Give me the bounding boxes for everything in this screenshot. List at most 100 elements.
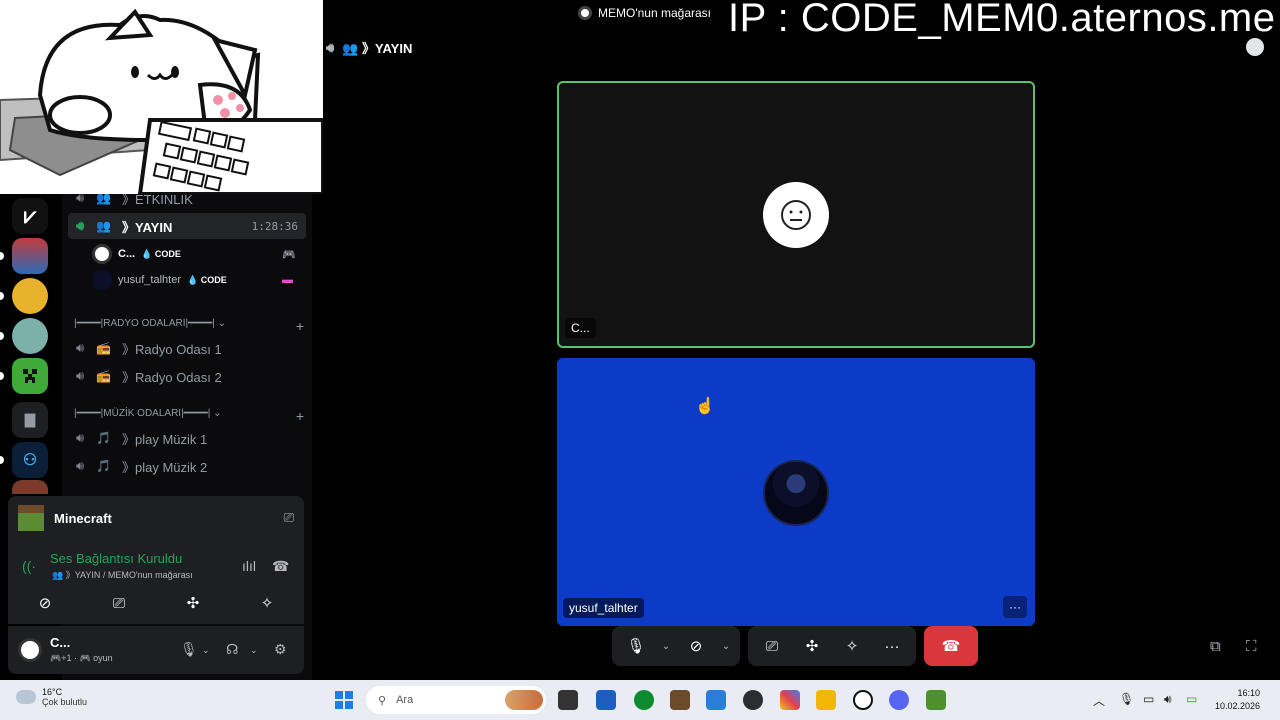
chevron-down-icon[interactable]: ⌄ [202,645,210,656]
microphone-tray-icon[interactable]: 🎙︎ [1119,692,1134,706]
server-icon-anime[interactable] [12,278,48,314]
voice-user-c[interactable]: C... 💧 CODE 🎮 [92,242,296,266]
discord-taskbar-icon[interactable] [889,690,909,710]
participant-tile-c[interactable]: C... [557,81,1035,348]
taskbar-clock[interactable]: 16:10 10.02.2026 [1215,687,1260,713]
voice-user-name: yusuf_talhter [118,274,181,286]
gamepad-icon: 🎮 [282,248,296,261]
microphone-button[interactable]: 🎙︎ [618,630,654,662]
channel-emoji: 📻 [96,341,111,355]
network-icon[interactable]: ▭ [1143,692,1154,706]
participant-name: C... [565,318,596,338]
minecraft-launcher-icon[interactable] [670,690,690,710]
activity-panel[interactable]: Minecraft ⎚ [8,496,304,540]
server-icon-v[interactable]: ⩗ [12,198,48,234]
server-ip-overlay: IP : CODE_MEM0.aternos.me [728,0,1276,40]
gear-icon[interactable]: ⚙ [274,641,287,658]
server-icon-creeper[interactable] [12,358,48,394]
chevron-down-icon[interactable]: ⌄ [718,630,734,662]
stage-channel-name: 👥 》YAYIN [342,41,413,56]
leave-call-button[interactable]: ☎ [924,626,978,666]
popout-icon[interactable]: ⧉ [1210,638,1221,655]
store-icon[interactable] [596,690,616,710]
unread-indicator [0,252,4,260]
battery-icon[interactable]: ▭ [1186,692,1197,706]
soundboard-button[interactable]: ✧ [239,590,295,616]
user-name[interactable]: C... [50,635,70,650]
screen-share-button[interactable]: ⎚ [91,590,147,616]
camera-off-button[interactable]: ⊘ [678,630,714,662]
category-radyo[interactable]: |━━━━|RADYO ODALARI|━━━━| ⌄ + [74,318,304,334]
channel-label: 》Radyo Odası 1 [122,341,222,357]
weather-text: 16°C Çok bulutlu [42,687,87,707]
activities-button[interactable]: ✣ [794,630,830,662]
voice-user-yusuf[interactable]: yusuf_talhter 💧 CODE ▬ [92,268,293,292]
media-controls: 🎙︎ ⌄ ⊘ ⌄ [612,626,740,666]
participant-tile-yusuf[interactable]: yusuf_talhter ··· [557,358,1035,626]
channel-label: 》Radyo Odası 2 [122,369,222,385]
signal-icon[interactable]: ((· [22,558,36,574]
search-highlight-icon [505,690,543,710]
minecraft-taskbar-icon[interactable] [926,690,946,710]
microphone-icon[interactable]: 🎙︎ [180,641,198,658]
channel-label: 》YAYIN [122,219,173,235]
add-channel-icon[interactable]: + [296,318,304,334]
channel-yayin[interactable]: 🔊︎ 👥 》YAYIN 1:28:36 [68,213,306,239]
channel-emoji: 📻 [96,369,111,383]
volume-icon[interactable]: 🔊︎ [1164,692,1172,707]
file-explorer-icon[interactable] [816,690,836,710]
unread-indicator [0,332,4,340]
channel-muzik-1[interactable]: 🔊︎ 🎵 》play Müzik 1 [68,425,306,451]
add-channel-icon[interactable]: + [296,408,304,424]
window-title: MEMO'nun mağarası [578,6,711,20]
channel-radyo-1[interactable]: 🔊︎ 📻 》Radyo Odası 1 [68,335,306,361]
category-label: |━━━━|RADYO ODALARI|━━━━| ⌄ [74,318,226,329]
voice-status[interactable]: Ses Bağlantısı Kuruldu [50,551,182,566]
window-title-text: MEMO'nun mağarası [598,6,711,20]
folder-icon[interactable]: ▇ [12,402,48,438]
role-tag: 💧 CODE [186,274,227,285]
server-icon-partial[interactable] [12,480,48,494]
noise-suppression-icon[interactable]: ılıl [242,558,256,574]
server-icon-character[interactable] [12,318,48,354]
voice-user-name: C... [118,248,136,260]
activities-button[interactable]: ✣ [165,590,221,616]
screen-share-button[interactable]: ⎚ [754,630,790,662]
photos-icon[interactable] [780,690,800,710]
more-button[interactable]: ··· [874,630,910,662]
outlook-icon[interactable] [706,690,726,710]
weather-widget[interactable]: 16°C Çok bulutlu [16,687,87,707]
voice-action-buttons: ⊘ ⎚ ✣ ✧ [8,590,304,616]
clock-date: 10.02.2026 [1214,701,1260,711]
chevron-down-icon[interactable]: ⌄ [250,645,258,656]
xbox-icon[interactable] [634,690,654,710]
task-view-icon[interactable] [558,690,578,710]
chevron-down-icon[interactable]: ⌄ [658,630,674,662]
soundboard-button[interactable]: ✧ [834,630,870,662]
stream-game-icon[interactable]: ⎚ [284,510,294,526]
voice-channel-path[interactable]: 👥 》YAYIN / MEMO'nun mağarası [52,568,193,581]
call-controls: 🎙︎ ⌄ ⊘ ⌄ ⎚ ✣ ✧ ··· ☎ [612,626,978,666]
disconnect-icon[interactable]: ☎ [272,558,289,575]
windows-start-icon[interactable] [335,691,353,709]
more-options-button[interactable]: ··· [1003,596,1027,618]
user-panel: C... 🎮+1 · 🎮 oyun 🎙︎ ⌄ ☊ ⌄ ⚙ [8,626,304,674]
headphones-icon[interactable]: ☊ [226,641,238,658]
avatar[interactable] [18,638,42,662]
speaker-icon: 🔊︎ [76,340,85,355]
avatar [92,270,112,290]
chevron-up-icon[interactable]: ︿ [1093,692,1105,709]
clock-time: 16:10 [1237,688,1260,698]
chatgpt-icon[interactable] [853,690,873,710]
server-icon-nodes[interactable]: ⚇ [12,442,48,478]
cat-meme-image [0,0,323,194]
channel-radyo-2[interactable]: 🔊︎ 📻 》Radyo Odası 2 [68,363,306,389]
fullscreen-icon[interactable]: ⛶ [1246,638,1257,655]
server-icon-game[interactable] [12,238,48,274]
category-muzik[interactable]: |━━━━|MÜZİK ODALARI|━━━━| ⌄ + [74,408,304,424]
channel-muzik-2[interactable]: 🔊︎ 🎵 》play Müzik 2 [68,453,306,479]
obs-icon[interactable] [743,690,763,710]
speaker-icon: 🔊︎ [326,39,335,55]
camera-off-button[interactable]: ⊘ [17,590,73,616]
unread-indicator [0,292,4,300]
